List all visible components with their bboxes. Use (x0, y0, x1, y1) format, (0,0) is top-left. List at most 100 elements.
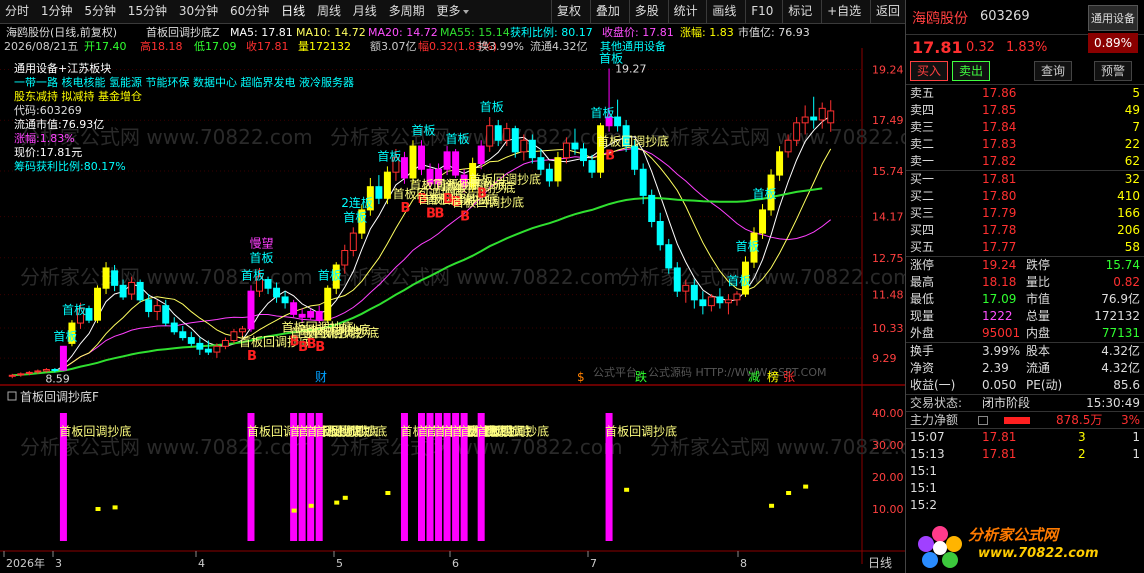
tick-volume: 2 (1078, 447, 1086, 461)
order-book: 卖五 17.86 5 卖四 17.85 49 卖三 17.84 7 卖二 17.83 22 卖一 17.8… (906, 85, 1144, 256)
info-line1-item: MA55: 15.14 (440, 26, 510, 39)
candle-body (85, 308, 93, 321)
back-button[interactable]: 返回 (869, 0, 905, 23)
tick-row: 15:2 (906, 497, 1144, 514)
tick-time: 15:2 (910, 498, 937, 512)
ask-volume: 22 (1124, 137, 1140, 151)
price-row: 17.81 0.32 1.83% 0.89% (906, 33, 1144, 59)
ask-price: 17.83 (982, 137, 1017, 151)
f10-button[interactable]: F10 (745, 0, 778, 23)
add-watchlist-button[interactable]: +自选 (821, 0, 866, 23)
period-tab-15min[interactable]: 15分钟 (125, 0, 170, 22)
stats-button[interactable]: 统计 (667, 0, 703, 23)
mark-button[interactable]: 标记 (782, 0, 817, 23)
first-board-label: 首板 (377, 149, 401, 163)
candle-body (51, 368, 59, 371)
ask-row: 卖一 17.82 62 (906, 153, 1144, 170)
overlay-text: 代码:603269 (14, 104, 82, 117)
main-flow-value: 878.5万 (1056, 413, 1103, 427)
rebound-signal-label: 首板回调抄底 (307, 325, 379, 340)
event-marker: $ (577, 370, 585, 384)
multi-stock-button[interactable]: 多股 (628, 0, 664, 23)
stat-label: 内盘 (1026, 326, 1051, 340)
stat-label: 外盘 (910, 326, 935, 340)
candle-body (733, 293, 741, 301)
sub-axis-label: 20.00 (872, 471, 904, 484)
candle-body (307, 310, 315, 318)
indicator-dot (786, 491, 792, 495)
buy-marker: B (400, 201, 410, 216)
sub-axis-label: 40.00 (872, 407, 904, 420)
candle-body (690, 284, 698, 301)
alert-button[interactable]: 预警 (1094, 61, 1132, 81)
period-tab-daily[interactable]: 日线 (278, 0, 308, 22)
candle-body (452, 151, 460, 176)
overlay-text: 股东减持 拟减持 基金增仓 (14, 89, 142, 103)
info-line1-item: MA20: 14.72 (368, 26, 438, 39)
info-line1-item: 首板回调抄底Z (146, 25, 220, 39)
ask-price: 17.86 (982, 86, 1017, 100)
period-tab-60min[interactable]: 60分钟 (227, 0, 272, 22)
first-board-label: 首板 (412, 123, 436, 137)
candle-body (179, 331, 187, 339)
stat-label: 流通 (1026, 361, 1051, 375)
ask-volume: 49 (1124, 103, 1140, 117)
period-tab-more[interactable]: 更多 (433, 0, 471, 22)
draw-line-button[interactable]: 画线 (706, 0, 741, 23)
period-tab-monthly[interactable]: 月线 (350, 0, 380, 22)
candle-body (102, 267, 110, 289)
candle-body (759, 209, 767, 234)
first-board-label: 首板 (250, 251, 274, 265)
sub-axis-label: 30.00 (872, 439, 904, 452)
candle-body (793, 122, 801, 141)
candle-body (128, 281, 136, 295)
candle-body (537, 157, 545, 170)
watermark-text: 分析家公式网 www.70822.com (330, 265, 623, 289)
ask-label: 卖二 (910, 137, 935, 151)
bid-volume: 58 (1124, 240, 1140, 254)
kline-chart[interactable]: 分析家公式网 www.70822.com 分析家公式网 www.70822.com… (0, 24, 905, 573)
buy-button[interactable]: 买入 (910, 61, 948, 81)
bid-label: 买五 (910, 240, 935, 254)
candle-body (17, 373, 25, 376)
bid-volume: 166 (1117, 206, 1140, 220)
sector-badge[interactable]: 通用设备 (1088, 5, 1138, 31)
stat-label: 换手 (910, 344, 935, 358)
stat-value: 15.74 (1105, 258, 1140, 272)
ask-label: 卖四 (910, 103, 935, 117)
tick-list[interactable]: 15:07 17.81 3 1 15:13 17.81 2 1 15:1 15:1 15:2 (906, 428, 1144, 514)
query-button[interactable]: 查询 (1034, 61, 1072, 81)
stat-label: 涨停 (910, 258, 935, 272)
quote-sidebar: 海鸥股份 603269 通用设备 17.81 0.32 1.83% 0.89% … (905, 0, 1144, 573)
bid-label: 买三 (910, 206, 935, 220)
stat-row: 换手 3.99% 股本 4.32亿 (906, 343, 1144, 360)
candle-body (42, 368, 50, 372)
bid-row: 买三 17.79 166 (906, 205, 1144, 222)
ask-price: 17.84 (982, 120, 1017, 134)
stat-row: 收益(一) 0.050 PE(动) 85.6 (906, 377, 1144, 394)
candle-body (196, 342, 204, 350)
period-tab-multi[interactable]: 多周期 (386, 0, 428, 22)
buy-marker: B (435, 207, 445, 222)
period-tab-timeshare[interactable]: 分时 (2, 0, 32, 22)
overlay-button[interactable]: 叠加 (589, 0, 625, 23)
candle-body (238, 328, 246, 333)
site-logo: 分析家公式网 www.70822.com (906, 520, 1144, 573)
stat-label: 净资 (910, 361, 935, 375)
adjust-button[interactable]: 复权 (551, 0, 586, 23)
period-tab-5min[interactable]: 5分钟 (81, 0, 119, 22)
candle-body (94, 287, 102, 321)
period-tab-1min[interactable]: 1分钟 (38, 0, 76, 22)
period-tab-30min[interactable]: 30分钟 (176, 0, 221, 22)
candle-body (247, 290, 255, 330)
x-axis-label: 8 (740, 557, 747, 570)
bid-row: 买一 17.81 32 (906, 171, 1144, 188)
candle-body (119, 284, 127, 298)
bid-price: 17.78 (982, 223, 1017, 237)
sell-button[interactable]: 卖出 (952, 61, 990, 81)
first-board-label: 首板 (446, 132, 470, 146)
watermark-text: 分析家公式网 www.70822.com (650, 125, 905, 149)
event-marker: 减 (748, 370, 760, 384)
candle-body (418, 145, 425, 170)
period-tab-weekly[interactable]: 周线 (314, 0, 344, 22)
